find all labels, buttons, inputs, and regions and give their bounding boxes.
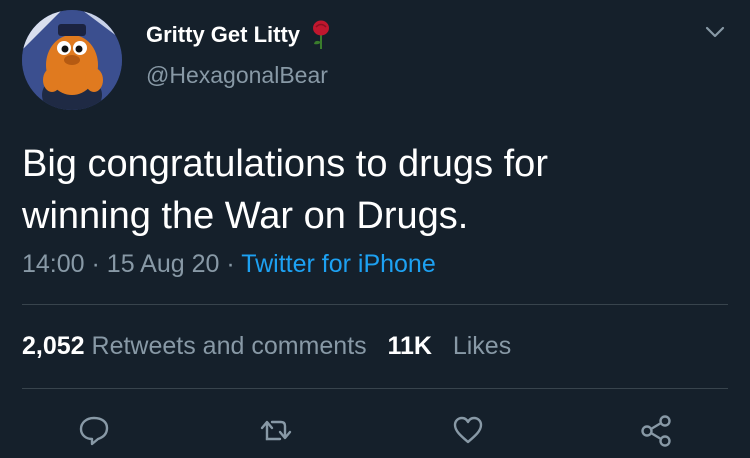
likes-count: 11K xyxy=(387,332,432,360)
tweet-meta: 14:00 · 15 Aug 20 · Twitter for iPhone xyxy=(22,250,436,279)
divider xyxy=(22,304,728,305)
retweet-button[interactable] xyxy=(258,412,294,448)
avatar[interactable] xyxy=(22,10,122,110)
like-button[interactable] xyxy=(450,412,486,448)
share-button[interactable] xyxy=(638,412,674,448)
likes-stat[interactable]: 11K Likes xyxy=(388,332,512,360)
display-name[interactable]: Gritty Get Litty xyxy=(146,20,332,50)
meta-separator: · xyxy=(226,250,235,278)
likes-label: Likes xyxy=(452,332,512,360)
user-handle[interactable]: @HexagonalBear xyxy=(146,62,328,89)
display-name-text: Gritty Get Litty xyxy=(146,22,301,47)
share-icon xyxy=(641,415,671,447)
tweet-date: 15 Aug 20 xyxy=(106,250,220,278)
tweet-text: Big congratulations to drugs for winning… xyxy=(22,138,722,242)
tweet-text-line: winning the War on Drugs. xyxy=(22,195,469,237)
reply-button[interactable] xyxy=(76,412,112,448)
tweet-time: 14:00 xyxy=(22,250,85,278)
reply-icon xyxy=(79,416,109,446)
retweet-icon xyxy=(260,420,292,441)
chevron-down-icon[interactable] xyxy=(702,22,728,42)
meta-separator: · xyxy=(91,250,100,278)
retweets-stat[interactable]: 2,052 Retweets and comments xyxy=(22,332,374,360)
rose-icon xyxy=(310,20,332,50)
tweet-stats: 2,052 Retweets and comments 11K Likes xyxy=(22,332,511,361)
retweets-count: 2,052 xyxy=(22,332,85,360)
tweet-text-line: Big congratulations to drugs for xyxy=(22,143,548,185)
retweets-label: Retweets and comments xyxy=(91,332,367,360)
tweet-source-link[interactable]: Twitter for iPhone xyxy=(241,250,436,278)
divider xyxy=(22,388,728,389)
like-icon xyxy=(453,416,483,444)
